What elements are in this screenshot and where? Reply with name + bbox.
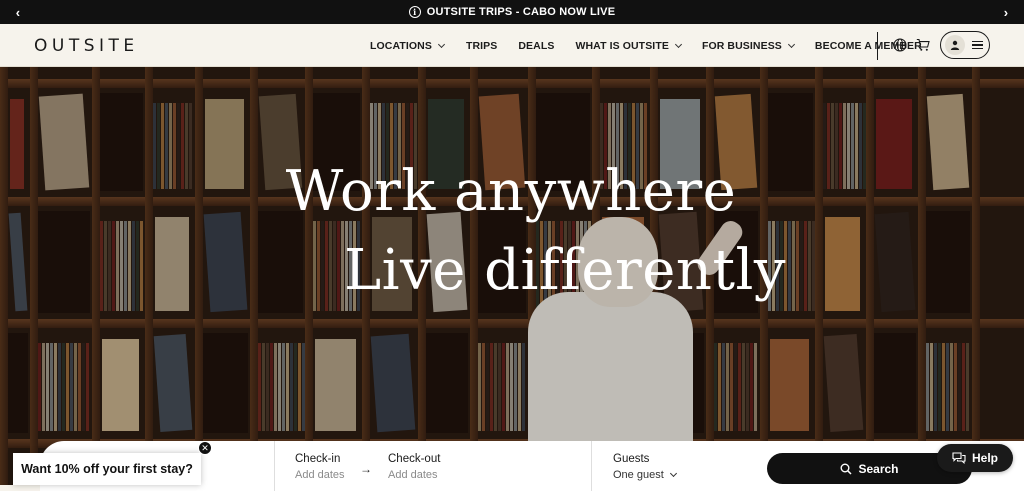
- checkout-placeholder: Add dates: [388, 469, 438, 481]
- guests-field[interactable]: Guests One guest: [608, 450, 708, 484]
- nav-divider: [877, 32, 878, 60]
- help-button-label: Help: [971, 451, 998, 465]
- chevron-down-icon: [437, 40, 445, 48]
- nav-what-is-outsite-label: WHAT IS OUTSITE: [575, 39, 669, 52]
- checkout-label: Check-out: [388, 453, 441, 465]
- close-icon[interactable]: ✕: [198, 441, 212, 455]
- discount-promo-popup[interactable]: Want 10% off your first stay?: [13, 453, 201, 485]
- announcement-prev-button[interactable]: ‹: [6, 0, 30, 24]
- announcement-next-button[interactable]: ›: [994, 0, 1018, 24]
- arrow-right-icon: →: [360, 462, 372, 476]
- chat-icon: [952, 452, 966, 464]
- nav-locations-label: LOCATIONS: [370, 39, 432, 52]
- hero-headline-line2: Live differently: [343, 238, 787, 303]
- chevron-down-icon: [674, 40, 682, 48]
- checkout-field[interactable]: Check-out Add dates: [383, 450, 453, 484]
- nav-deals[interactable]: DEALS: [518, 40, 554, 52]
- nav-locations[interactable]: LOCATIONS: [370, 39, 445, 52]
- checkin-placeholder: Add dates: [295, 469, 345, 481]
- menu-icon: [972, 40, 983, 50]
- main-menu: LOCATIONS TRIPS DEALS WHAT IS OUTSITE FO…: [370, 24, 922, 67]
- announcement-bar: ‹ i OUTSITE TRIPS - CABO NOW LIVE ›: [0, 0, 1024, 24]
- promo-text: Want 10% off your first stay?: [21, 462, 193, 476]
- nav-for-business-label: FOR BUSINESS: [701, 39, 782, 52]
- guests-label: Guests: [613, 453, 650, 465]
- checkin-field[interactable]: Check-in Add dates: [290, 450, 360, 484]
- outsite-logo[interactable]: OUTSITE: [34, 36, 139, 56]
- hero-headline-line1: Work anywhere: [285, 159, 737, 224]
- announcement-link[interactable]: i OUTSITE TRIPS - CABO NOW LIVE: [408, 6, 616, 18]
- announcement-text: OUTSITE TRIPS - CABO NOW LIVE: [426, 6, 616, 18]
- cart-icon[interactable]: [916, 38, 930, 52]
- nav-for-business[interactable]: FOR BUSINESS: [701, 39, 795, 52]
- globe-icon[interactable]: [893, 38, 907, 52]
- guests-value: One guest: [613, 469, 677, 481]
- account-menu-button[interactable]: [940, 31, 990, 59]
- search-button-label: Search: [858, 461, 899, 476]
- nav-trips[interactable]: TRIPS: [466, 40, 497, 52]
- help-button[interactable]: Help: [937, 444, 1013, 472]
- search-icon: [840, 463, 853, 475]
- top-nav: OUTSITE LOCATIONS TRIPS DEALS WHAT IS OU…: [0, 24, 1024, 67]
- info-icon: i: [408, 6, 421, 18]
- nav-deals-label: DEALS: [518, 39, 555, 52]
- user-icon: [945, 35, 965, 55]
- nav-trips-label: TRIPS: [465, 39, 498, 52]
- chevron-down-icon: [787, 40, 795, 48]
- nav-what-is-outsite[interactable]: WHAT IS OUTSITE: [575, 39, 682, 52]
- chevron-down-icon: [669, 469, 677, 478]
- checkin-label: Check-in: [295, 453, 341, 465]
